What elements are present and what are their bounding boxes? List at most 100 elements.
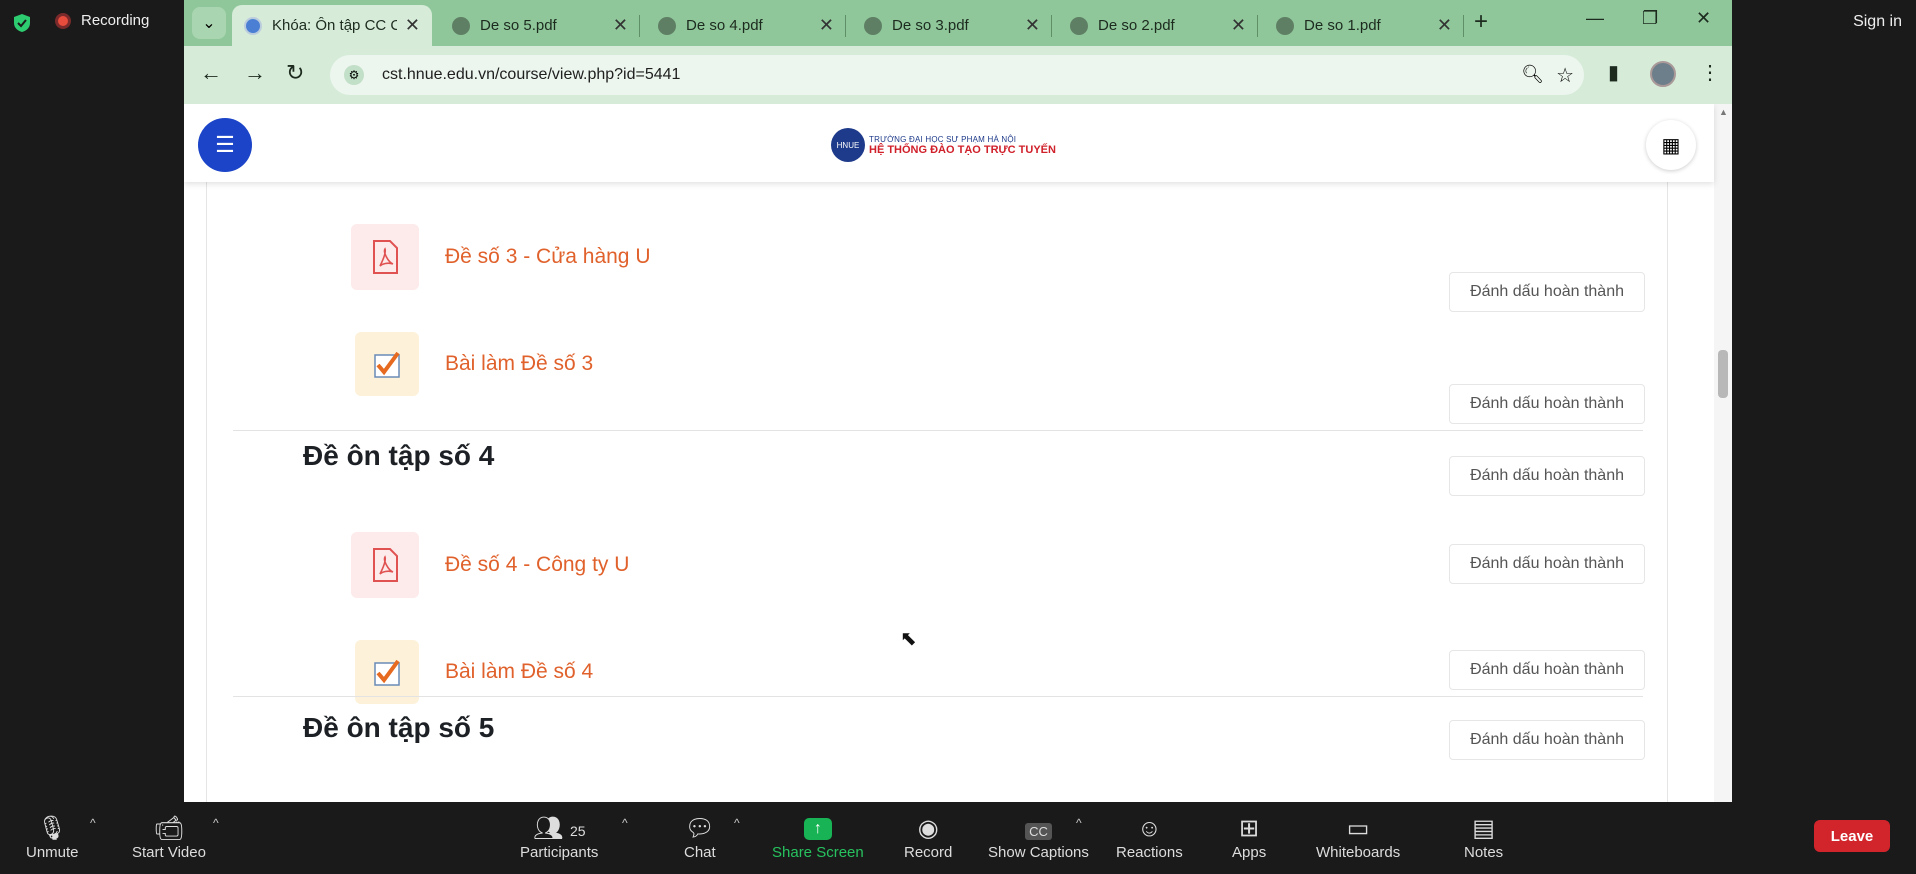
video-options-caret-icon[interactable]: ^ xyxy=(213,816,219,830)
microphone-muted-icon: 🎙︎ xyxy=(37,815,68,842)
pdf-icon xyxy=(351,532,419,598)
address-bar[interactable]: ⚙ cst.hnue.edu.vn/course/view.php?id=544… xyxy=(330,55,1584,95)
forward-arrow-icon[interactable]: → xyxy=(244,60,266,86)
zoom-meeting-controls: 🎙︎ Unmute ^ 📹︎ Start Video ^ 👥︎ 25 Parti… xyxy=(0,802,1916,874)
close-icon[interactable]: ✕ xyxy=(405,15,420,36)
new-tab-plus-icon[interactable]: + xyxy=(1474,8,1488,36)
activity-link[interactable]: Bài làm Đề số 4 xyxy=(445,660,593,684)
activity-link[interactable]: Đề số 3 - Cửa hàng U xyxy=(445,245,651,269)
audio-options-caret-icon[interactable]: ^ xyxy=(90,816,96,830)
mark-done-button[interactable]: Đánh dấu hoàn thành xyxy=(1449,720,1645,760)
page-scrollbar[interactable]: ▲ xyxy=(1714,104,1732,802)
bookmark-star-icon[interactable]: ☆ xyxy=(1556,63,1574,88)
tab-title: De so 3.pdf xyxy=(892,17,969,34)
activity-link[interactable]: Đề số 4 - Công ty U xyxy=(445,553,629,577)
back-arrow-icon[interactable]: ← xyxy=(200,60,222,86)
tab-pdf-2[interactable]: De so 2.pdf ✕ xyxy=(1058,5,1258,46)
share-screen-button[interactable]: ↑ Share Screen xyxy=(772,814,864,861)
site-header: ☰ HNUE TRƯỜNG ĐẠI HỌC SƯ PHẠM HÀ NỘI HỆ … xyxy=(184,104,1714,182)
scroll-up-arrow-icon[interactable]: ▲ xyxy=(1719,107,1728,117)
participants-count: 25 xyxy=(569,823,586,839)
whiteboards-button[interactable]: ▭ Whiteboards xyxy=(1316,814,1400,861)
tab-search-button[interactable]: ⌄ xyxy=(192,7,226,39)
tab-title: Khóa: Ôn tập CC C xyxy=(272,17,397,34)
side-panel-icon[interactable]: ▮ xyxy=(1608,60,1619,85)
minimize-icon[interactable]: — xyxy=(1586,8,1604,29)
apps-label: Apps xyxy=(1232,844,1267,861)
participants-button[interactable]: 👥︎ 25 Participants xyxy=(520,814,598,861)
activity-pdf-de-so-4[interactable]: Đề số 4 - Công ty U xyxy=(351,532,629,598)
activity-link[interactable]: Bài làm Đề số 3 xyxy=(445,352,593,376)
activity-assign-de-so-3[interactable]: Bài làm Đề số 3 xyxy=(355,332,593,396)
tab-title: De so 2.pdf xyxy=(1098,17,1175,34)
tab-title: De so 4.pdf xyxy=(686,17,763,34)
section-divider xyxy=(233,430,1643,431)
mouse-cursor-icon: ⬉ xyxy=(900,628,917,650)
mark-done-button[interactable]: Đánh dấu hoàn thành xyxy=(1449,456,1645,496)
activity-assign-de-so-4[interactable]: Bài làm Đề số 4 xyxy=(355,640,593,704)
record-button[interactable]: ◉ Record xyxy=(904,814,952,861)
close-icon[interactable]: ✕ xyxy=(1231,15,1246,36)
start-video-button[interactable]: 📹︎ Start Video xyxy=(132,814,206,861)
section-title-4[interactable]: Đề ôn tập số 4 xyxy=(303,440,494,472)
close-icon[interactable]: ✕ xyxy=(613,15,628,36)
notes-icon: ▤ xyxy=(1472,815,1495,842)
close-icon[interactable]: ✕ xyxy=(1025,15,1040,36)
recording-indicator[interactable]: Recording xyxy=(55,12,149,29)
section-divider xyxy=(233,696,1643,697)
close-icon[interactable]: ✕ xyxy=(819,15,834,36)
scrollbar-thumb[interactable] xyxy=(1718,350,1728,398)
globe-icon xyxy=(658,16,676,35)
hamburger-icon: ☰ xyxy=(215,132,235,157)
globe-icon xyxy=(1276,16,1294,35)
profile-avatar[interactable] xyxy=(1650,61,1676,87)
hamburger-menu-button[interactable]: ☰ xyxy=(198,118,252,172)
show-captions-label: Show Captions xyxy=(988,844,1089,861)
close-icon[interactable]: ✕ xyxy=(1437,15,1452,36)
participants-caret-icon[interactable]: ^ xyxy=(622,816,628,830)
whiteboards-label: Whiteboards xyxy=(1316,844,1401,861)
apps-button[interactable]: ⊞ Apps xyxy=(1232,814,1266,861)
reactions-button[interactable]: ☺︎ Reactions xyxy=(1116,814,1183,861)
globe-icon xyxy=(1070,16,1088,35)
url-text[interactable]: cst.hnue.edu.vn/course/view.php?id=5441 xyxy=(382,66,680,84)
tab-strip: ⌄ Khóa: Ôn tập CC C ✕ De so 5.pdf ✕ De s… xyxy=(184,0,1732,46)
menu-kebab-icon[interactable]: ⋮ xyxy=(1700,60,1720,85)
tab-pdf-1[interactable]: De so 1.pdf ✕ xyxy=(1264,5,1464,46)
record-dot-icon xyxy=(55,12,71,29)
tab-course[interactable]: Khóa: Ôn tập CC C ✕ xyxy=(232,5,432,46)
site-logo[interactable]: HNUE TRƯỜNG ĐẠI HỌC SƯ PHẠM HÀ NỘI HỆ TH… xyxy=(831,128,1056,162)
tab-pdf-5[interactable]: De so 5.pdf ✕ xyxy=(440,5,640,46)
section-title-5[interactable]: Đề ôn tập số 5 xyxy=(303,712,494,744)
unmute-button[interactable]: 🎙︎ Unmute xyxy=(26,814,79,861)
activity-pdf-de-so-3[interactable]: Đề số 3 - Cửa hàng U xyxy=(351,224,651,290)
assignment-check-icon xyxy=(355,640,419,704)
participants-icon: 👥︎ 25 xyxy=(532,815,586,842)
leave-button[interactable]: Leave xyxy=(1814,820,1890,852)
pdf-icon xyxy=(351,224,419,290)
tab-pdf-4[interactable]: De so 4.pdf ✕ xyxy=(646,5,846,46)
notes-button[interactable]: ▤ Notes xyxy=(1464,814,1503,861)
smiley-plus-icon: ☺︎ xyxy=(1137,815,1162,842)
logo-system-name: HỆ THỐNG ĐÀO TẠO TRỰC TUYẾN xyxy=(869,143,1056,156)
mark-done-button[interactable]: Đánh dấu hoàn thành xyxy=(1449,384,1645,424)
site-info-icon[interactable]: ⚙ xyxy=(344,65,364,85)
captions-caret-icon[interactable]: ^ xyxy=(1076,816,1082,830)
mark-done-button[interactable]: Đánh dấu hoàn thành xyxy=(1449,272,1645,312)
close-window-icon[interactable]: ✕ xyxy=(1696,8,1711,29)
block-drawer-button[interactable]: ▦ xyxy=(1646,120,1696,170)
restore-icon[interactable]: ❐ xyxy=(1642,8,1658,29)
browser-toolbar: ← → ↻ ⚙ cst.hnue.edu.vn/course/view.php?… xyxy=(184,46,1732,104)
browser-window: ⌄ Khóa: Ôn tập CC C ✕ De so 5.pdf ✕ De s… xyxy=(184,0,1732,104)
zoom-magnifier-icon[interactable]: 🔍︎ xyxy=(1521,64,1544,85)
chat-button[interactable]: 💬︎ Chat xyxy=(684,814,716,861)
mark-done-button[interactable]: Đánh dấu hoàn thành xyxy=(1449,650,1645,690)
chat-caret-icon[interactable]: ^ xyxy=(734,816,740,830)
logo-university-name: TRƯỜNG ĐẠI HỌC SƯ PHẠM HÀ NỘI xyxy=(869,134,1017,144)
sign-in-button[interactable]: Sign in xyxy=(1853,13,1902,31)
notes-label: Notes xyxy=(1464,844,1504,861)
tab-pdf-3[interactable]: De so 3.pdf ✕ xyxy=(852,5,1052,46)
reload-icon[interactable]: ↻ xyxy=(286,60,304,86)
show-captions-button[interactable]: CC Show Captions xyxy=(988,814,1089,861)
mark-done-button[interactable]: Đánh dấu hoàn thành xyxy=(1449,544,1645,584)
